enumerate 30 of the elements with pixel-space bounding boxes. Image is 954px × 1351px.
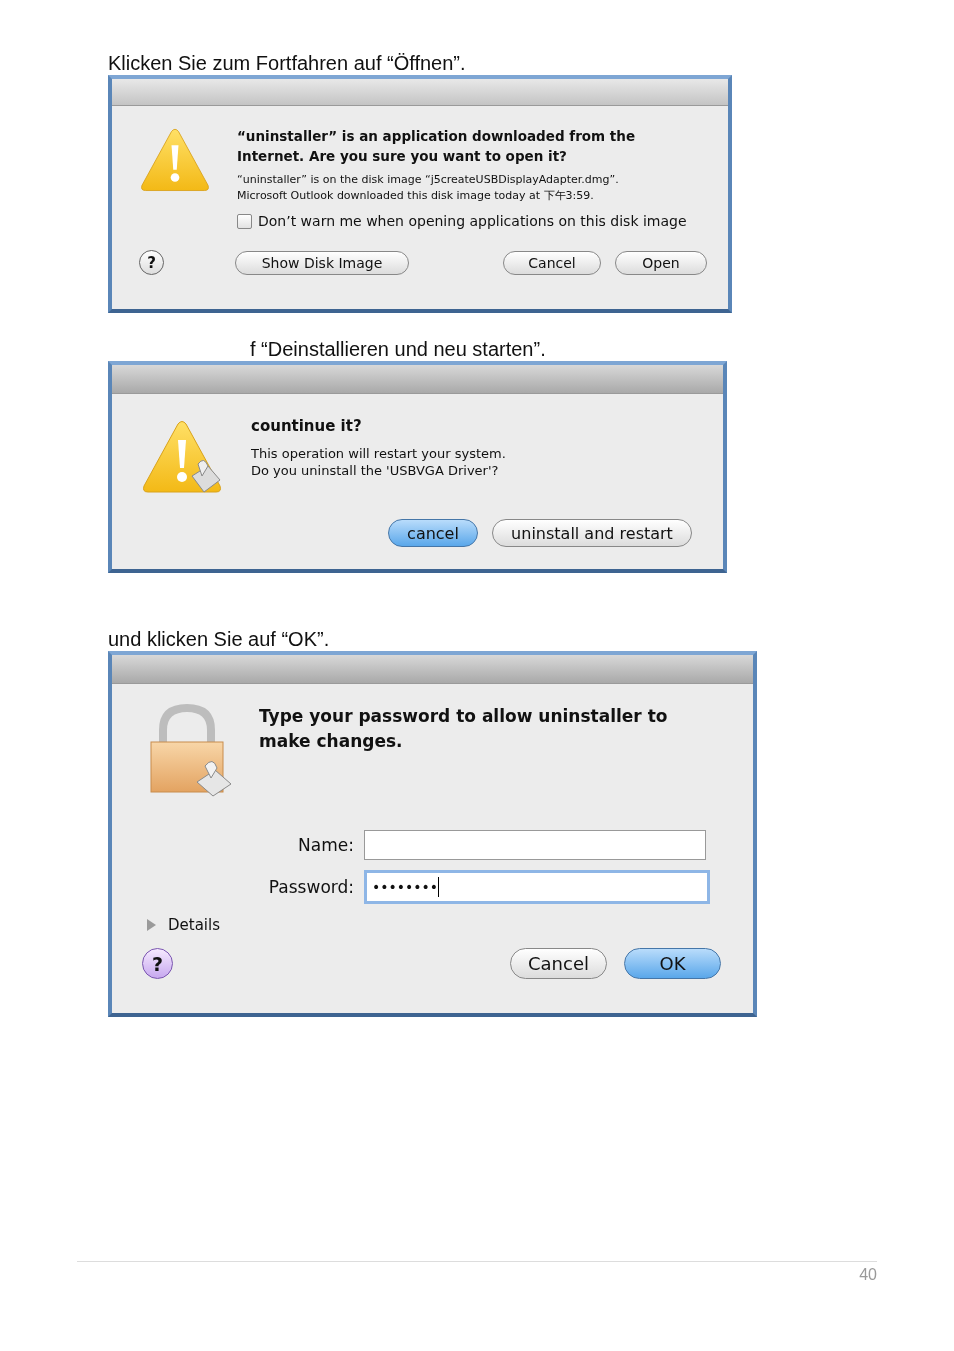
dialog-heading: countinue it? <box>251 416 363 436</box>
dialog-button[interactable]: Cancel <box>503 250 601 275</box>
caption: Klicken Sie zum Fortfahren auf “Öffnen”. <box>108 51 467 75</box>
checkbox-label: Don’t warn me when opening applications on this disk image <box>258 213 687 229</box>
dialog-message: Do you uninstall the 'USBVGA Driver'? <box>251 462 500 479</box>
dialog-button[interactable]: Open <box>615 250 707 275</box>
padlock-icon <box>148 704 233 798</box>
dialog-heading: Type your password to allow uninstaller to make changes. <box>259 705 669 753</box>
warning-icon <box>139 128 210 194</box>
disclosure-triangle-icon[interactable] <box>146 919 156 931</box>
details-label[interactable]: Details <box>168 916 220 934</box>
input-field[interactable]: •••••••• <box>364 870 710 904</box>
dialog-message: This operation will restart your system. <box>251 445 507 462</box>
checkbox[interactable] <box>237 213 252 229</box>
caption: f “Deinstallieren und neu starten”. <box>250 337 547 361</box>
input-field[interactable] <box>364 830 706 860</box>
help-button[interactable]: ? <box>139 250 164 275</box>
dialog-message: Microsoft Outlook downloaded this disk image today at 下午3:59. <box>237 188 595 204</box>
dialog-button[interactable]: uninstall and restart <box>492 519 692 547</box>
default-button[interactable]: cancel <box>388 519 478 547</box>
field-label: Password: <box>267 877 354 897</box>
caption: und klicken Sie auf “OK”. <box>108 627 331 651</box>
help-button[interactable]: ? <box>142 948 173 979</box>
page-number: 40 <box>859 1266 877 1284</box>
field-label: Name: <box>297 835 354 855</box>
dialog-message: “uninstaller” is on the disk image “j5createUSBDisplayAdapter.dmg”. <box>237 172 620 188</box>
dialog-heading: “uninstaller” is an application downloaded from the Internet. Are you sure you want to open it? <box>237 127 637 166</box>
dialog-button[interactable]: Cancel <box>510 948 607 979</box>
dialog-button[interactable]: Show Disk Image <box>235 250 409 275</box>
default-button[interactable]: OK <box>624 948 721 979</box>
